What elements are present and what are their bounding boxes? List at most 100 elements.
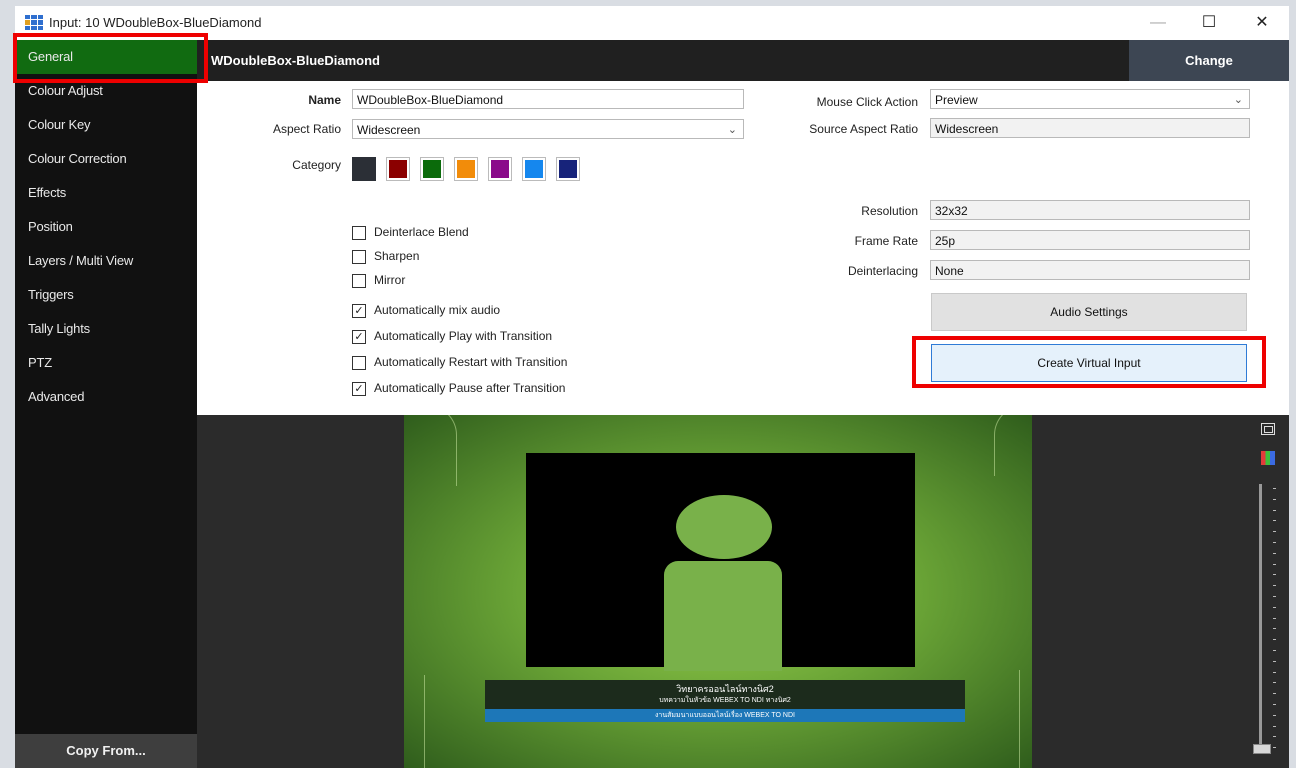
audio-settings-button[interactable]: Audio Settings [931, 293, 1247, 331]
video-frame [526, 453, 915, 671]
checkbox-label[interactable]: Automatically Pause after Transition [374, 381, 565, 395]
category-swatch[interactable] [420, 157, 444, 181]
sidebar-item-advanced[interactable]: Advanced [15, 380, 197, 414]
slider-tick [1273, 499, 1276, 500]
general-settings-panel: Name WDoubleBox-BlueDiamond Aspect Ratio… [197, 81, 1289, 415]
sidebar-item-layers-multi-view[interactable]: Layers / Multi View [15, 244, 197, 278]
vmix-app-icon [25, 15, 43, 30]
name-input[interactable]: WDoubleBox-BlueDiamond [352, 89, 744, 109]
mouse-click-action-label: Mouse Click Action [816, 95, 918, 109]
resolution-field: 32x32 [930, 200, 1250, 220]
slider-tick [1273, 618, 1276, 619]
slider-tick [1273, 520, 1276, 521]
create-virtual-input-button[interactable]: Create Virtual Input [931, 344, 1247, 382]
sidebar-item-colour-correction[interactable]: Colour Correction [15, 142, 197, 176]
sidebar-item-triggers[interactable]: Triggers [15, 278, 197, 312]
checkbox-label[interactable]: Deinterlace Blend [374, 225, 469, 239]
category-swatch-color [423, 160, 441, 178]
slider-tick [1273, 628, 1276, 629]
checkbox-label[interactable]: Automatically Play with Transition [374, 329, 552, 343]
frame-rate-label: Frame Rate [854, 234, 918, 248]
mouse-click-action-value: Preview [935, 93, 978, 107]
category-swatch[interactable] [556, 157, 580, 181]
aspect-ratio-select[interactable]: Widescreen ⌄ [352, 119, 744, 139]
title-bar: Input: 10 WDoubleBox-BlueDiamond — ☐ ✕ [15, 6, 1289, 40]
category-swatch-color [525, 160, 543, 178]
circuit-decoration [979, 670, 1020, 768]
sidebar-item-colour-key[interactable]: Colour Key [15, 108, 197, 142]
checkbox[interactable]: ✓ [352, 330, 366, 344]
circuit-decoration [416, 415, 457, 486]
preview-area: วิทยาครออนไลน์ทางนิศ2 บทความในหัวข้อ WEB… [197, 415, 1289, 768]
aspect-ratio-label: Aspect Ratio [272, 122, 341, 136]
checkbox[interactable] [352, 274, 366, 288]
person-placeholder-head [676, 495, 772, 559]
circuit-decoration [424, 675, 465, 768]
maximize-icon[interactable]: ☐ [1186, 6, 1232, 40]
category-swatch-color [559, 160, 577, 178]
source-aspect-ratio-label: Source Aspect Ratio [809, 122, 918, 136]
slider-tick [1273, 542, 1276, 543]
category-swatch[interactable] [386, 157, 410, 181]
chevron-down-icon: ⌄ [1233, 94, 1243, 106]
slider-tick [1273, 488, 1276, 489]
circuit-decoration [994, 415, 1025, 476]
slider-tick [1273, 607, 1276, 608]
zoom-slider-track[interactable] [1259, 484, 1262, 754]
lower-third-title: วิทยาครออนไลน์ทางนิศ2 บทความในหัวข้อ WEB… [485, 680, 965, 722]
input-settings-window: Input: 10 WDoubleBox-BlueDiamond — ☐ ✕ G… [15, 6, 1289, 768]
checkbox[interactable] [352, 356, 366, 370]
zoom-slider-thumb[interactable] [1253, 744, 1271, 754]
slider-tick [1273, 585, 1276, 586]
sidebar-list: General Colour Adjust Colour Key Colour Cor… [15, 40, 197, 414]
close-icon[interactable]: ✕ [1239, 6, 1285, 40]
change-button[interactable]: Change [1129, 40, 1289, 81]
sidebar-item-general[interactable]: General [15, 40, 197, 74]
category-swatch-color [352, 157, 376, 181]
slider-tick [1273, 704, 1276, 705]
safe-area-icon[interactable] [1261, 423, 1275, 435]
checkbox[interactable] [352, 250, 366, 264]
category-swatch[interactable] [522, 157, 546, 181]
checkbox-label[interactable]: Automatically Restart with Transition [374, 355, 567, 369]
slider-tick [1273, 574, 1276, 575]
slider-tick [1273, 736, 1276, 737]
resolution-label: Resolution [861, 204, 918, 218]
slider-tick [1273, 564, 1276, 565]
sidebar-item-tally-lights[interactable]: Tally Lights [15, 312, 197, 346]
slider-tick [1273, 531, 1276, 532]
person-placeholder-body [664, 561, 782, 671]
slider-tick [1273, 596, 1276, 597]
slider-tick [1273, 693, 1276, 694]
sidebar-item-effects[interactable]: Effects [15, 176, 197, 210]
category-swatch[interactable] [454, 157, 478, 181]
deinterlacing-label: Deinterlacing [847, 264, 918, 278]
slider-tick [1273, 747, 1276, 748]
slider-tick [1273, 639, 1276, 640]
chevron-down-icon: ⌄ [727, 124, 737, 136]
slider-tick [1273, 726, 1276, 727]
checkbox-label[interactable]: Sharpen [374, 249, 419, 263]
lower-third-line2: บทความในหัวข้อ WEBEX TO NDI ทางนิศ2 [659, 697, 791, 704]
checkbox[interactable]: ✓ [352, 382, 366, 396]
minimize-icon[interactable]: — [1135, 6, 1181, 40]
sidebar-item-ptz[interactable]: PTZ [15, 346, 197, 380]
mouse-click-action-select[interactable]: Preview ⌄ [930, 89, 1250, 109]
frame-rate-field: 25p [930, 230, 1250, 250]
window-title: Input: 10 WDoubleBox-BlueDiamond [49, 15, 262, 30]
slider-tick [1273, 682, 1276, 683]
category-swatch[interactable] [352, 157, 376, 181]
copy-from-button[interactable]: Copy From... [15, 734, 197, 768]
deinterlacing-field: None [930, 260, 1250, 280]
sidebar-item-colour-adjust[interactable]: Colour Adjust [15, 74, 197, 108]
slider-tick [1273, 650, 1276, 651]
category-swatch-color [491, 160, 509, 178]
checkbox[interactable] [352, 226, 366, 240]
checkbox-label[interactable]: Mirror [374, 273, 405, 287]
checkbox[interactable]: ✓ [352, 304, 366, 318]
slider-tick [1273, 661, 1276, 662]
sidebar-item-position[interactable]: Position [15, 210, 197, 244]
category-swatch[interactable] [488, 157, 512, 181]
colour-bars-icon[interactable] [1261, 451, 1275, 465]
checkbox-label[interactable]: Automatically mix audio [374, 303, 500, 317]
